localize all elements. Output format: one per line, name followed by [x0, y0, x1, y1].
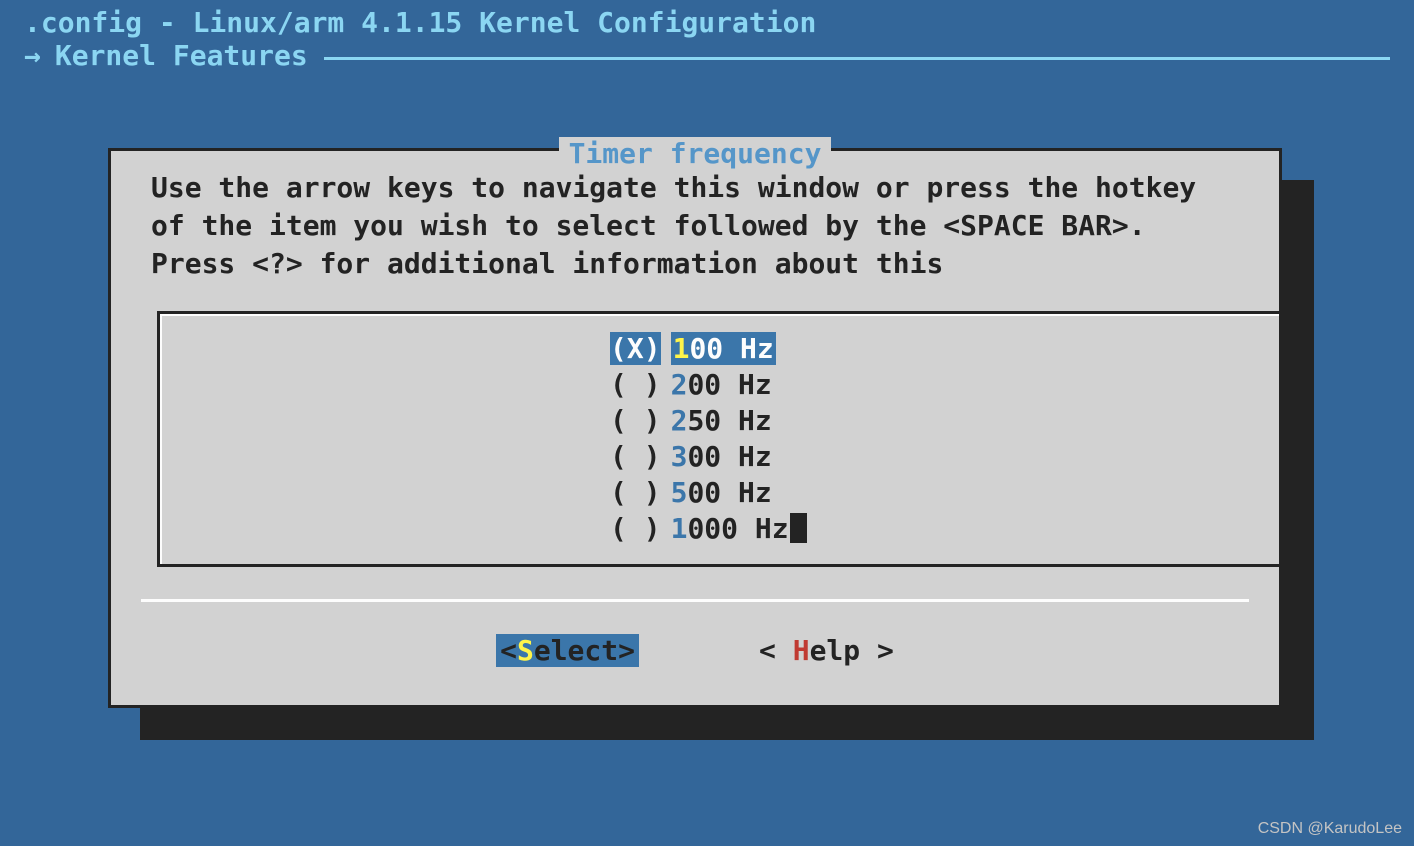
- option-300Hz[interactable]: ( ) 300 Hz: [610, 438, 772, 474]
- timer-frequency-dialog: Timer frequency Use the arrow keys to na…: [108, 148, 1282, 708]
- radio-marker: ( ): [610, 368, 661, 401]
- option-rest: 00 Hz: [687, 368, 771, 401]
- option-rest: 000 Hz: [687, 512, 788, 545]
- option-hotkey: 3: [671, 440, 688, 473]
- option-250Hz[interactable]: ( ) 250 Hz: [610, 402, 772, 438]
- button-separator: [141, 599, 1249, 602]
- option-hotkey: 2: [671, 404, 688, 437]
- option-label: 250 Hz: [671, 404, 772, 437]
- breadcrumb: Kernel Features: [55, 39, 308, 72]
- option-label: 1000 Hz: [671, 512, 789, 545]
- header-divider: [324, 57, 1390, 60]
- option-hotkey: 5: [671, 476, 688, 509]
- option-rest: 00 Hz: [687, 476, 771, 509]
- option-label: 500 Hz: [671, 476, 772, 509]
- option-rest: 00 Hz: [689, 332, 773, 365]
- option-200Hz[interactable]: ( ) 200 Hz: [610, 366, 772, 402]
- option-label: 100 Hz: [671, 332, 776, 365]
- radio-marker: ( ): [610, 476, 661, 509]
- text-cursor-icon: [790, 513, 807, 543]
- page-title: .config - Linux/arm 4.1.15 Kernel Config…: [24, 6, 1390, 39]
- help-button[interactable]: < Help >: [759, 634, 894, 667]
- select-button[interactable]: <Select>: [496, 634, 639, 667]
- radio-marker: ( ): [610, 512, 661, 545]
- option-rest: 00 Hz: [687, 440, 771, 473]
- dialog-instructions: Use the arrow keys to navigate this wind…: [111, 151, 1279, 290]
- option-hotkey: 1: [673, 332, 690, 365]
- radio-marker: (X): [610, 332, 661, 365]
- option-label: 300 Hz: [671, 440, 772, 473]
- option-rest: 50 Hz: [687, 404, 771, 437]
- option-hotkey: 2: [671, 368, 688, 401]
- watermark: CSDN @KarudoLee: [1258, 820, 1402, 838]
- radio-marker: ( ): [610, 404, 661, 437]
- option-listbox: (X) 100 Hz( ) 200 Hz( ) 250 Hz( ) 300 Hz…: [157, 311, 1279, 567]
- breadcrumb-arrow-icon: →: [24, 39, 41, 72]
- option-hotkey: 1: [671, 512, 688, 545]
- dialog-title: Timer frequency: [559, 137, 832, 170]
- option-500Hz[interactable]: ( ) 500 Hz: [610, 474, 772, 510]
- option-100Hz[interactable]: (X) 100 Hz: [610, 330, 776, 366]
- radio-marker: ( ): [610, 440, 661, 473]
- option-label: 200 Hz: [671, 368, 772, 401]
- option-1000Hz[interactable]: ( ) 1000 Hz: [610, 510, 807, 546]
